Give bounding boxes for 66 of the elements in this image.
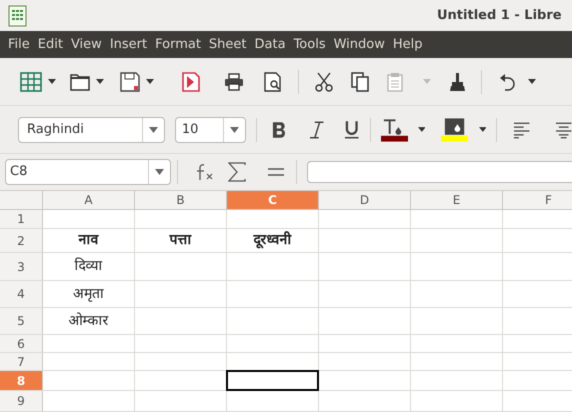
cut-icon[interactable] [315,72,333,92]
font-color-icon[interactable] [380,118,408,142]
brush-icon[interactable] [449,72,465,92]
italic-icon[interactable] [308,120,324,138]
caret-icon[interactable] [48,79,56,84]
column-header[interactable]: A [43,191,135,209]
table-cell-text: पत्ता [170,231,192,250]
spreadsheet-icon [8,4,28,26]
menu-item[interactable]: Tools [290,34,330,54]
caret-icon [423,79,431,84]
menu-item[interactable]: Sheet [204,34,251,54]
printer-icon[interactable] [224,72,244,90]
row-header[interactable]: 2 [0,229,43,252]
dropdown-icon[interactable] [155,169,164,175]
table-cell-text: नाव [78,231,98,250]
column-header[interactable]: F [503,191,572,209]
name-box[interactable]: C8 [5,159,171,185]
menu-item[interactable]: Edit [34,34,67,54]
cell-cursor[interactable] [226,370,319,391]
clipboard-icon [387,72,403,92]
row-header[interactable]: 3 [0,253,43,280]
row-header[interactable]: 5 [0,308,43,334]
copy-icon[interactable] [351,72,369,92]
sum-icon[interactable] [228,162,246,182]
formula-input-field[interactable] [307,161,572,183]
underline-icon[interactable] [344,120,360,140]
table-cell-text: दिव्या [74,256,102,276]
row-header[interactable]: 9 [0,391,43,411]
caret-icon[interactable] [96,79,104,84]
equals-icon[interactable] [268,167,284,177]
table-cell-text: ओम्कार [68,312,108,330]
font-name-field[interactable]: Raghindi [18,116,165,142]
function-wizard-icon[interactable] [194,163,214,181]
dropdown-icon[interactable] [230,126,240,132]
column-header[interactable]: E [411,191,503,209]
row-header[interactable]: 6 [0,335,43,352]
menu-item[interactable]: File [4,34,34,54]
menu-item[interactable]: View [66,34,106,54]
table-cell-text: अमृता [73,284,104,304]
menu-item[interactable]: Insert [106,34,152,54]
row-header[interactable]: 1 [0,210,43,228]
row-header[interactable]: 7 [0,353,43,370]
table-cell-text: दूरध्वनी [254,230,292,250]
undo-icon[interactable] [498,72,516,92]
pdf-icon[interactable] [182,72,200,92]
print-preview-icon[interactable] [264,72,282,92]
caret-icon[interactable] [478,127,486,132]
row-header[interactable]: 4 [0,281,43,307]
align-left-icon[interactable] [513,120,531,138]
caret-icon[interactable] [418,127,426,132]
align-center-icon[interactable] [554,120,572,138]
font-size-field[interactable]: 10 [174,116,246,142]
caret-icon[interactable] [146,79,154,84]
table-icon[interactable] [20,72,42,92]
folder-icon[interactable] [70,72,90,90]
save-icon[interactable] [120,72,140,92]
dropdown-icon[interactable] [148,126,158,132]
menu-item[interactable]: Window [330,34,389,54]
column-header[interactable]: B [135,191,227,209]
menu-item[interactable]: Data [250,34,290,54]
highlight-color-icon[interactable] [441,118,469,142]
column-header[interactable]: D [319,191,411,209]
menu-item[interactable]: Help [388,34,426,54]
window-title: Untitled 1 - Libre [437,6,563,25]
menu-item[interactable]: Format [151,34,205,54]
caret-icon[interactable] [528,79,536,84]
